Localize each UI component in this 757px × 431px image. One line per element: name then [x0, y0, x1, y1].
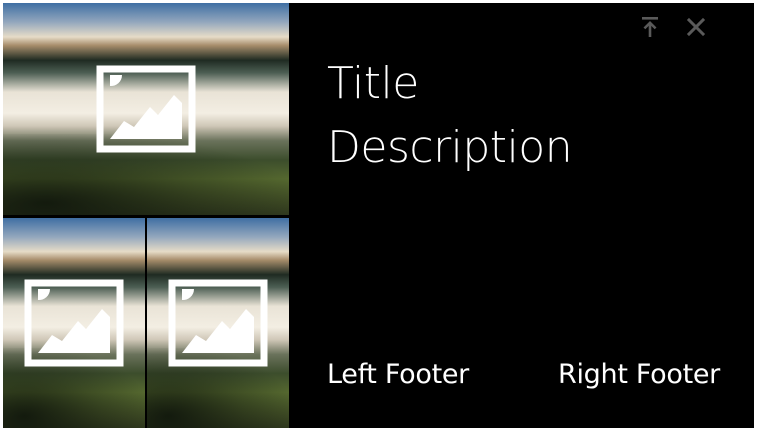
close-icon — [686, 17, 706, 37]
card-title: Title — [327, 58, 419, 109]
bottom-right-image-tile — [147, 218, 289, 428]
bottom-left-image-tile — [3, 218, 145, 428]
card-description: Description — [327, 122, 573, 173]
main-image-tile — [3, 3, 289, 215]
right-footer: Right Footer — [558, 359, 720, 390]
left-footer: Left Footer — [327, 359, 469, 390]
image-placeholder-icon — [168, 279, 268, 367]
notification-card[interactable]: Title Description Left Footer Right Foot… — [3, 3, 754, 428]
close-button[interactable] — [682, 13, 710, 41]
image-placeholder-icon — [96, 65, 196, 153]
pin-to-top-icon — [642, 17, 658, 37]
image-mosaic — [3, 3, 289, 428]
card-toolbar — [636, 13, 710, 41]
image-placeholder-icon — [24, 279, 124, 367]
pin-button[interactable] — [636, 13, 664, 41]
card-content: Title Description Left Footer Right Foot… — [289, 3, 754, 428]
